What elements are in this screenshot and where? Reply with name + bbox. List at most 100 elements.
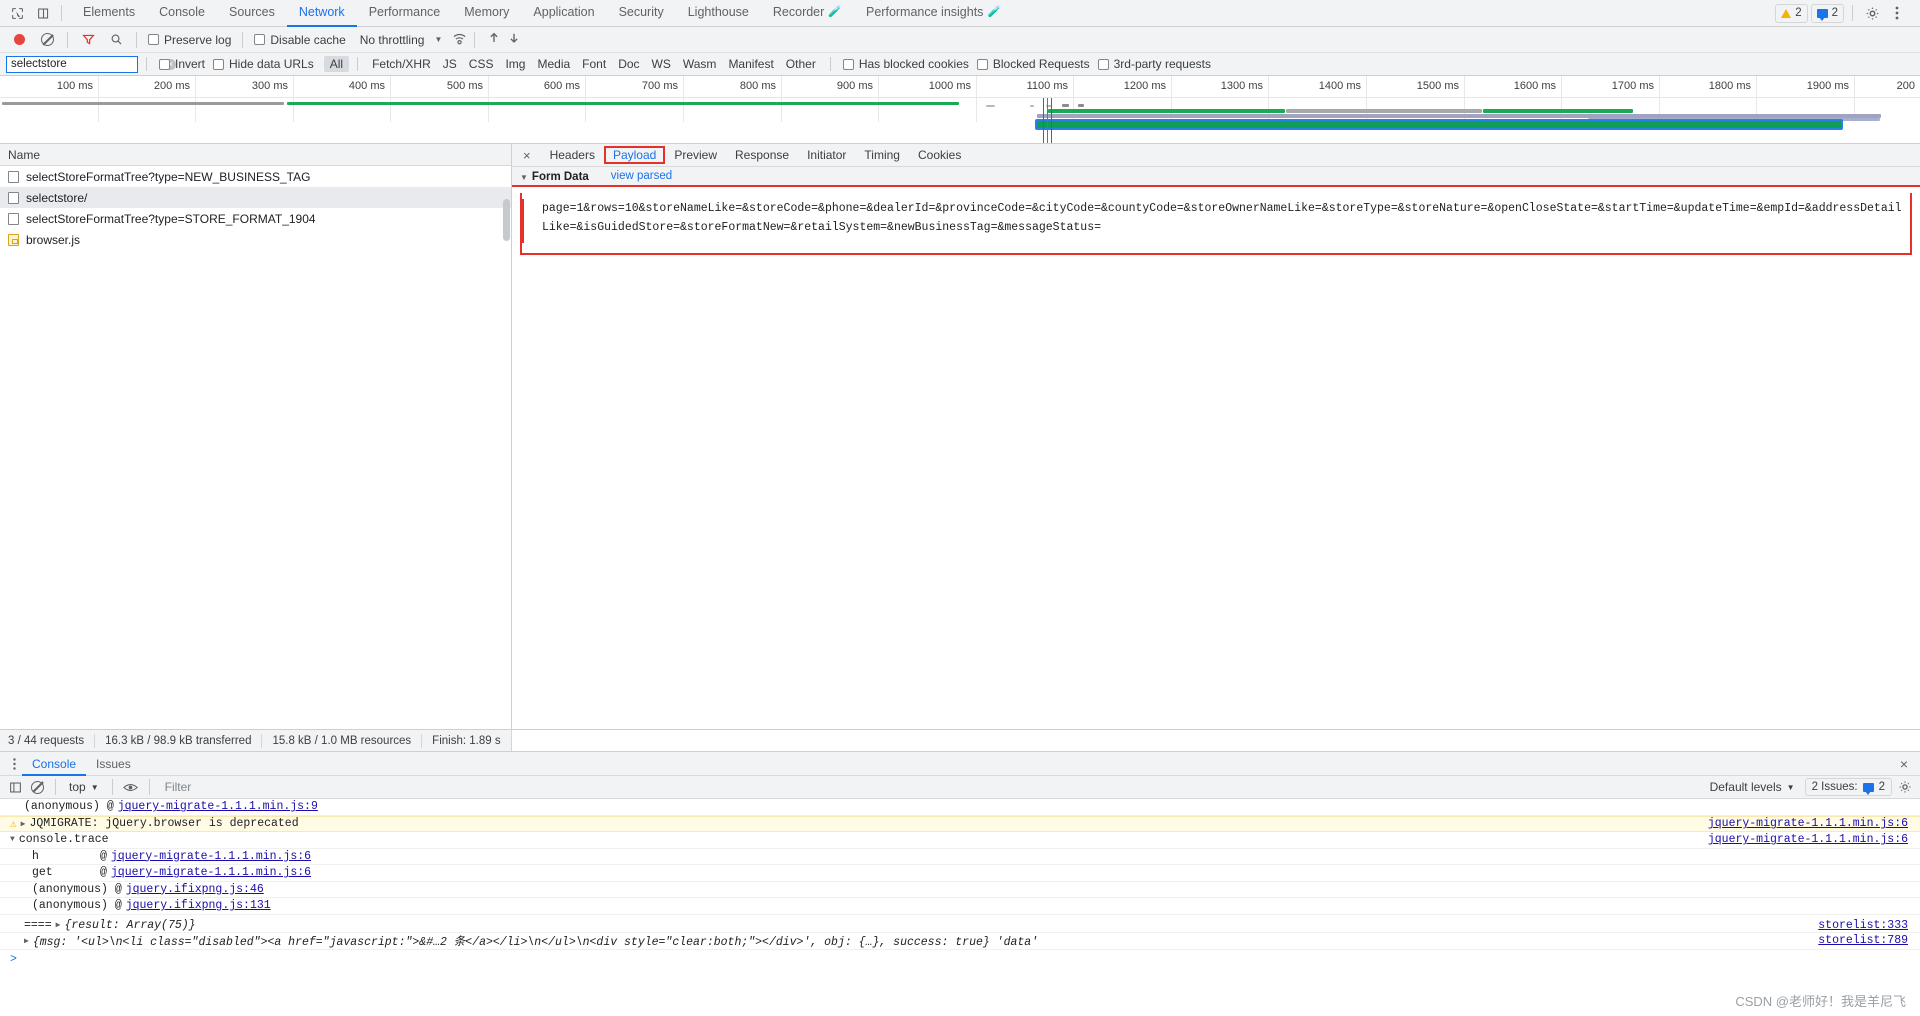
expand-arrow-icon[interactable]: ▶ <box>21 819 26 829</box>
console-prompt[interactable]: > <box>0 950 1920 970</box>
third-party-requests-group[interactable]: 3rd-party requests <box>1097 57 1211 71</box>
close-detail-icon[interactable]: × <box>521 148 541 163</box>
console-source-link[interactable]: storelist:333 <box>1818 919 1920 932</box>
console-source-link[interactable]: jquery-migrate-1.1.1.min.js:6 <box>111 866 311 879</box>
console-sidebar-toggle-icon[interactable] <box>6 778 24 796</box>
console-source-link[interactable]: jquery-migrate-1.1.1.min.js:6 <box>111 850 311 863</box>
tab-performance[interactable]: Performance <box>357 0 453 27</box>
hide-data-urls-checkbox[interactable] <box>213 58 225 70</box>
expand-arrow-icon[interactable]: ▶ <box>56 920 61 930</box>
filter-type-doc[interactable]: Doc <box>612 56 645 72</box>
disable-cache-checkbox[interactable] <box>254 34 266 45</box>
console-source-link[interactable]: jquery-migrate-1.1.1.min.js:9 <box>118 800 318 813</box>
request-row[interactable]: selectStoreFormatTree?type=STORE_FORMAT_… <box>0 208 511 229</box>
toggle-device-toolbar-icon[interactable] <box>30 1 56 25</box>
detail-tab-initiator[interactable]: Initiator <box>798 146 855 164</box>
invert-group[interactable]: Invert <box>159 57 205 71</box>
blocked-requests-checkbox[interactable] <box>976 58 988 70</box>
has-blocked-cookies-group[interactable]: Has blocked cookies <box>842 57 969 71</box>
view-parsed-link[interactable]: view parsed <box>611 170 672 182</box>
preserve-log-checkbox[interactable] <box>148 34 159 45</box>
close-drawer-icon[interactable]: × <box>1900 756 1920 772</box>
filter-type-media[interactable]: Media <box>531 56 576 72</box>
console-output[interactable]: (anonymous) @ jquery-migrate-1.1.1.min.j… <box>0 799 1920 1016</box>
drawer-tab-console[interactable]: Console <box>22 752 87 776</box>
filter-type-css[interactable]: CSS <box>463 56 500 72</box>
console-filter-input[interactable]: Filter <box>165 779 1694 795</box>
request-row[interactable]: selectStoreFormatTree?type=NEW_BUSINESS_… <box>0 166 511 187</box>
filter-type-font[interactable]: Font <box>576 56 612 72</box>
settings-gear-icon[interactable] <box>1861 2 1883 24</box>
filter-type-fetch-xhr[interactable]: Fetch/XHR <box>366 56 437 72</box>
request-list[interactable]: selectStoreFormatTree?type=NEW_BUSINESS_… <box>0 166 511 729</box>
tab-console[interactable]: Console <box>147 0 217 27</box>
disable-cache-group[interactable]: Disable cache <box>254 33 346 47</box>
console-source-link[interactable]: storelist:789 <box>1818 934 1920 947</box>
console-context-selector[interactable]: top ▼ <box>65 780 103 794</box>
third-party-requests-checkbox[interactable] <box>1097 58 1109 70</box>
chevron-down-icon[interactable]: ▼ <box>520 173 528 182</box>
tab-lighthouse[interactable]: Lighthouse <box>676 0 761 27</box>
detail-tab-preview[interactable]: Preview <box>665 146 726 164</box>
filter-type-wasm[interactable]: Wasm <box>677 56 723 72</box>
drawer-tab-issues[interactable]: Issues <box>86 752 141 776</box>
request-row[interactable]: browser.js <box>0 229 511 250</box>
blocked-requests-group[interactable]: Blocked Requests <box>976 57 1090 71</box>
clear-button[interactable] <box>34 28 60 52</box>
tab-recorder[interactable]: Recorder 🧪 <box>761 0 854 27</box>
request-list-scrollbar[interactable] <box>503 199 510 241</box>
filter-button[interactable] <box>75 28 101 52</box>
network-conditions-icon[interactable] <box>452 32 467 48</box>
preserve-log-group[interactable]: Preserve log <box>148 33 231 47</box>
filter-type-ws[interactable]: WS <box>646 56 677 72</box>
throttling-select[interactable]: No throttling <box>360 33 425 47</box>
tab-network[interactable]: Network <box>286 0 357 27</box>
filter-type-other[interactable]: Other <box>780 56 822 72</box>
tab-application[interactable]: Application <box>521 0 606 27</box>
tab-performance-insights[interactable]: Performance insights 🧪 <box>854 0 1013 27</box>
tab-sources[interactable]: Sources <box>217 0 287 27</box>
console-issues-button[interactable]: 2 Issues: 2 <box>1804 778 1892 796</box>
search-button[interactable] <box>103 28 129 52</box>
more-options-kebab-icon[interactable] <box>1886 2 1908 24</box>
detail-tab-timing[interactable]: Timing <box>855 146 909 164</box>
detail-tab-cookies[interactable]: Cookies <box>909 146 970 164</box>
network-overview-timeline[interactable]: 100 ms 200 ms 300 ms 400 ms 500 ms 600 m… <box>0 76 1920 144</box>
filter-type-js[interactable]: JS <box>437 56 463 72</box>
console-source-link[interactable]: jquery-migrate-1.1.1.min.js:6 <box>1708 833 1920 846</box>
console-source-link[interactable]: jquery.ifixpng.js:46 <box>126 883 264 896</box>
chevron-down-icon[interactable]: ▼ <box>434 35 442 44</box>
import-har-icon[interactable] <box>488 32 500 48</box>
inspect-element-icon[interactable] <box>4 1 30 25</box>
console-settings-gear-icon[interactable] <box>1896 778 1914 796</box>
hide-data-urls-group[interactable]: Hide data URLs <box>213 57 314 71</box>
has-blocked-cookies-checkbox[interactable] <box>842 58 854 70</box>
console-clear-icon[interactable] <box>28 778 46 796</box>
expand-arrow-icon[interactable]: ▶ <box>24 936 29 946</box>
detail-tab-payload[interactable]: Payload <box>603 146 666 164</box>
record-button[interactable] <box>6 28 32 52</box>
detail-tab-response[interactable]: Response <box>726 146 798 164</box>
filter-search-box[interactable]: × <box>6 55 176 73</box>
tab-security[interactable]: Security <box>607 0 676 27</box>
collapse-arrow-icon[interactable]: ▼ <box>10 835 15 844</box>
invert-checkbox[interactable] <box>159 58 170 70</box>
tab-memory[interactable]: Memory <box>452 0 521 27</box>
console-levels-selector[interactable]: Default levels ▼ <box>1704 780 1801 794</box>
request-name-column-header[interactable]: Name <box>0 144 511 166</box>
form-data-header[interactable]: ▼ Form Data view parsed <box>512 167 1920 187</box>
filter-type-manifest[interactable]: Manifest <box>722 56 779 72</box>
detail-tab-headers[interactable]: Headers <box>541 146 604 164</box>
message-count-badge[interactable]: 2 <box>1810 3 1844 23</box>
export-har-icon[interactable] <box>508 32 520 48</box>
filter-type-all[interactable]: All <box>323 56 350 72</box>
console-source-link[interactable]: jquery.ifixpng.js:131 <box>126 899 271 912</box>
drawer-more-icon[interactable] <box>6 757 22 770</box>
console-eye-icon[interactable] <box>122 778 140 796</box>
console-source-link[interactable]: jquery-migrate-1.1.1.min.js:6 <box>1708 817 1920 830</box>
filter-type-img[interactable]: Img <box>499 56 531 72</box>
tab-elements[interactable]: Elements <box>71 0 147 27</box>
warning-count-badge[interactable]: 2 <box>1775 3 1808 23</box>
filter-search-input[interactable] <box>11 58 165 70</box>
request-row[interactable]: selectstore/ <box>0 187 511 208</box>
